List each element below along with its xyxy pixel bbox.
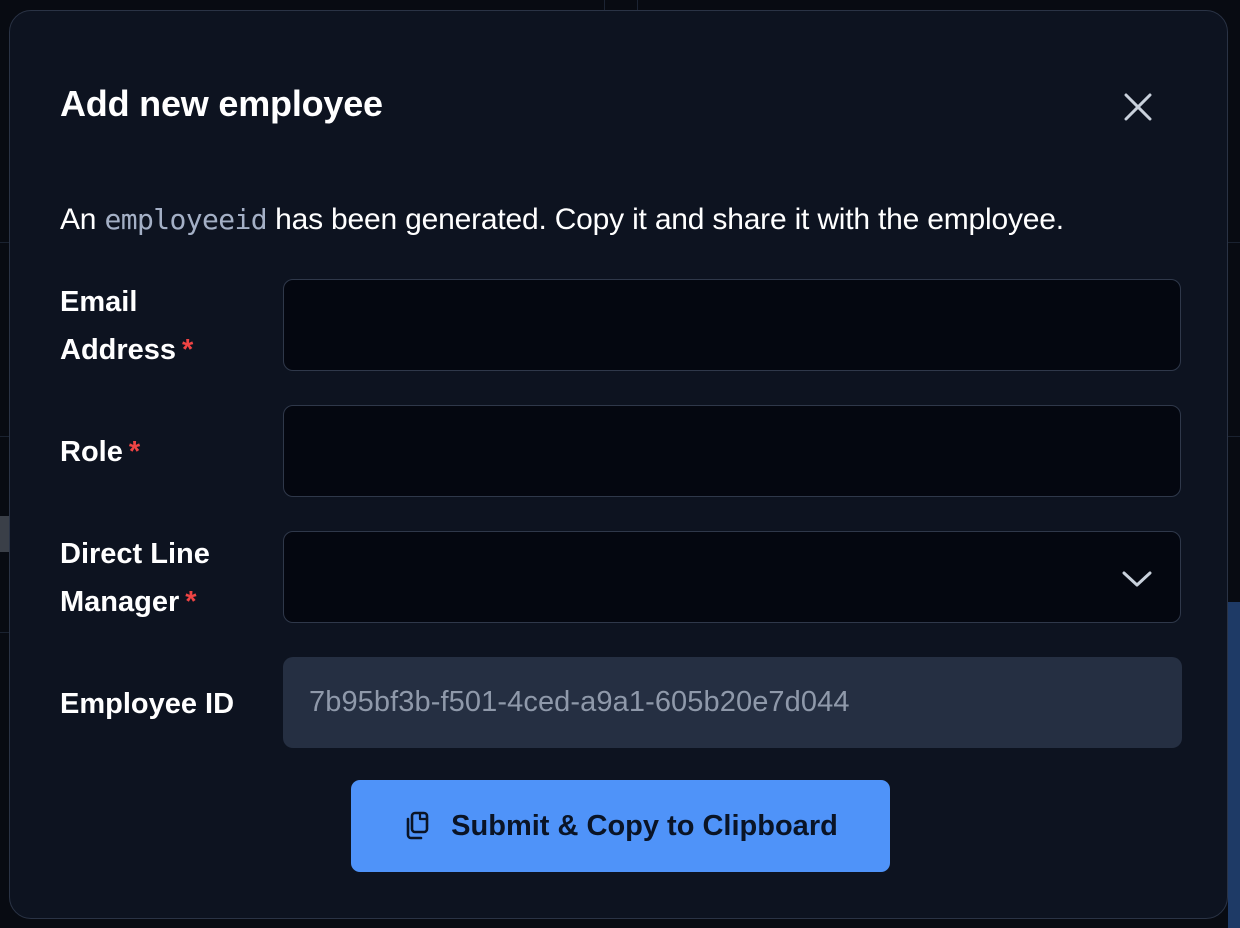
background-panel [1228, 602, 1240, 928]
email-label-line1: Email [60, 286, 138, 318]
manager-label: Direct Line Manager * [60, 530, 210, 626]
dialog-description: An employeeid has been generated. Copy i… [60, 203, 1064, 237]
employee-id-field: 7b95bf3b-f501-4ced-a9a1-605b20e7d044 [283, 657, 1182, 748]
required-asterisk: * [185, 586, 197, 618]
description-prefix: An [60, 203, 105, 236]
employeeid-code: employeeid [104, 203, 268, 236]
email-label-line2-wrap: Address * [60, 326, 193, 374]
email-field[interactable] [284, 280, 1180, 370]
submit-button-label: Submit & Copy to Clipboard [451, 809, 838, 842]
close-icon [1124, 93, 1152, 121]
description-suffix: has been generated. Copy it and share it… [267, 203, 1064, 236]
role-field[interactable] [284, 406, 1180, 496]
role-label: Role * [60, 428, 140, 476]
role-field-wrapper [283, 405, 1181, 497]
manager-label-line2: Manager [60, 586, 180, 618]
manager-select[interactable] [283, 531, 1181, 623]
submit-copy-button[interactable]: Submit & Copy to Clipboard [351, 780, 890, 872]
add-employee-dialog: Add new employee An employeeid has been … [9, 10, 1228, 919]
role-label-text: Role [60, 436, 123, 468]
copy-icon [406, 811, 429, 840]
employee-id-label: Employee ID [60, 688, 235, 720]
email-label-line2: Address [60, 334, 177, 366]
employee-id-value: 7b95bf3b-f501-4ced-a9a1-605b20e7d044 [309, 686, 850, 718]
email-label: Email Address * [60, 278, 193, 374]
manager-label-line2-wrap: Manager * [60, 578, 210, 626]
required-asterisk: * [128, 436, 141, 468]
required-asterisk: * [182, 334, 194, 366]
chevron-down-icon [1122, 571, 1152, 587]
dialog-title: Add new employee [60, 83, 383, 124]
manager-label-line1: Direct Line [60, 538, 210, 570]
email-field-wrapper [283, 279, 1181, 371]
close-button[interactable] [1118, 87, 1158, 127]
